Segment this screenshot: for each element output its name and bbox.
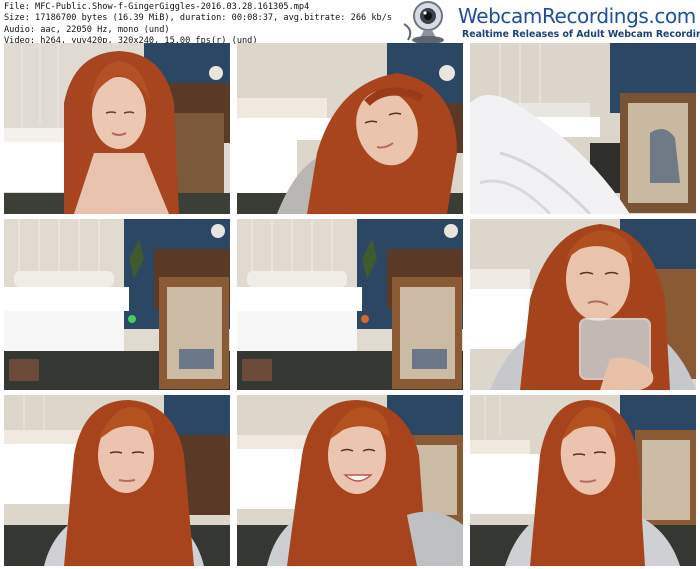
- file-name-line: File: MFC-Public.Show-f-GingerGiggles-20…: [4, 2, 310, 12]
- logo-brand-text: WebcamRecordings.com: [458, 4, 696, 28]
- thumbnail-9[interactable]: [470, 395, 696, 566]
- thumbnail-grid: [4, 43, 696, 566]
- audio-info-line: Audio: aac, 22050 Hz, mono (und): [4, 24, 170, 35]
- thumbnail-2[interactable]: [237, 43, 463, 214]
- file-info: File: MFC-Public.Show-f-GingerGiggles-20…: [4, 2, 404, 47]
- file-size-line: Size: 17186700 bytes (16.39 MiB), durati…: [4, 13, 393, 24]
- logo-tagline: Realtime Releases of Adult Webcam Record…: [462, 29, 700, 40]
- thumbnail-3[interactable]: [470, 43, 696, 214]
- thumbnail-6[interactable]: [470, 219, 696, 390]
- site-logo: WebcamRecordings.com Realtime Releases o…: [400, 0, 700, 44]
- thumbnail-4[interactable]: [4, 219, 230, 390]
- thumbnail-8[interactable]: [237, 395, 463, 566]
- thumbnail-5[interactable]: [237, 219, 463, 390]
- thumbnail-7[interactable]: [4, 395, 230, 566]
- webcam-icon: [403, 1, 444, 44]
- thumbnail-1[interactable]: [4, 43, 230, 214]
